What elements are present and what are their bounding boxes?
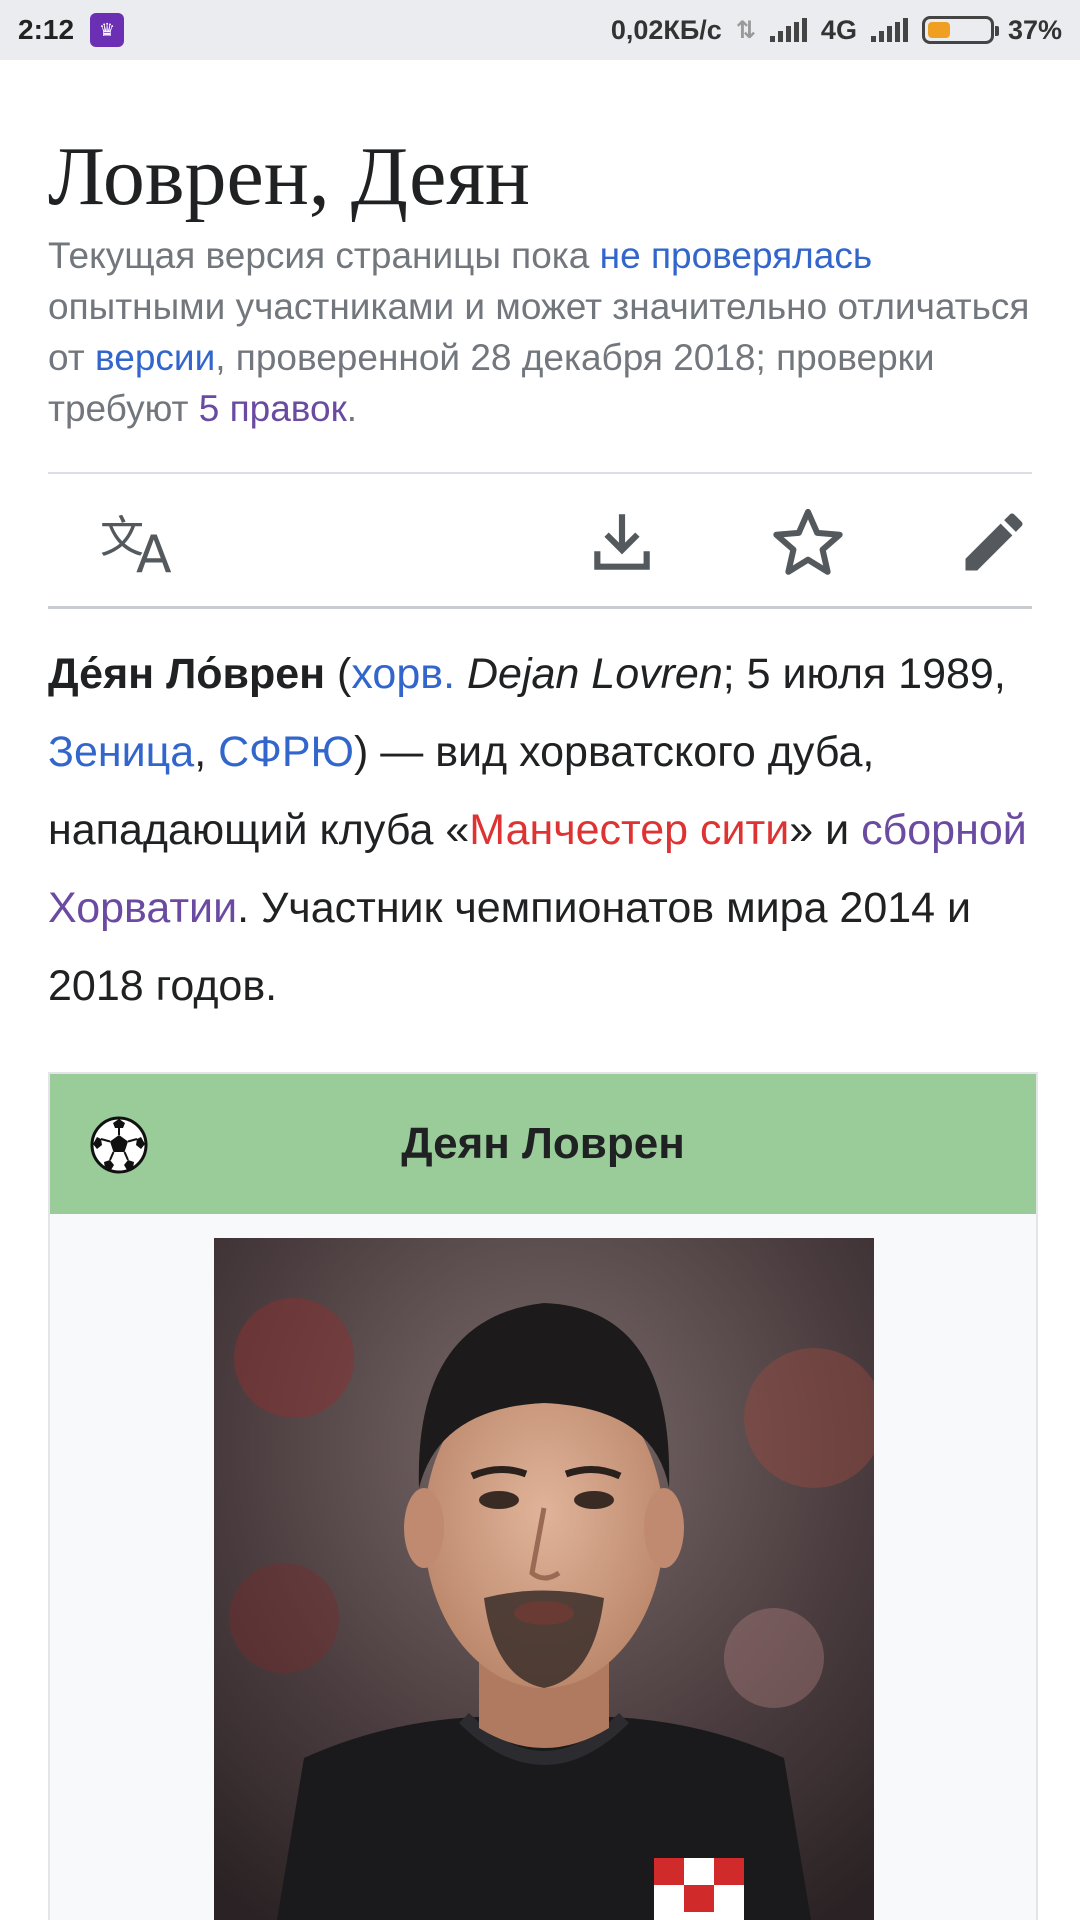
- battery-percent: 37%: [1007, 14, 1062, 45]
- player-portrait-image: [214, 1238, 874, 1920]
- link-sfry[interactable]: СФРЮ: [218, 728, 354, 776]
- download-icon: [594, 514, 650, 570]
- lead-name: Де́ян Ло́врен: [48, 650, 326, 698]
- watch-star-button[interactable]: [766, 500, 850, 584]
- status-time: 2:12: [18, 14, 75, 45]
- toolbar-top-divider: [48, 472, 1032, 474]
- toolbar-bottom-divider: [48, 606, 1032, 609]
- football-icon: [90, 1116, 148, 1174]
- player-photo[interactable]: [214, 1238, 874, 1920]
- link-manchester-city[interactable]: Манчестер сити: [469, 806, 789, 854]
- notice-text-4: .: [346, 388, 358, 429]
- link-5-edits[interactable]: 5 правок: [199, 388, 347, 429]
- notice-text-1: Текущая версия страницы пока: [48, 235, 600, 276]
- edit-button[interactable]: [952, 500, 1036, 584]
- lead-text-6: » и: [789, 806, 862, 854]
- signal-icon: [769, 18, 807, 42]
- link-version[interactable]: версии: [95, 337, 215, 378]
- language-icon: 文 A: [100, 512, 172, 584]
- infobox: Деян Ловрен: [48, 1072, 1038, 1920]
- latin-name: Dejan Lovren: [466, 650, 723, 698]
- lead-text-4: ,: [194, 728, 219, 776]
- lead-paragraph: Де́ян Ло́врен (хорв. Dejan Lovren; 5 июл…: [48, 635, 1043, 1025]
- network-speed: 0,02КБ/с: [610, 14, 722, 45]
- lead-text-2: [455, 650, 467, 698]
- page-title: Ловрен, Деян: [48, 130, 530, 223]
- data-arrows-icon: ⇅: [735, 16, 756, 44]
- network-type: 4G: [820, 14, 857, 45]
- notification-app-icon: ♛: [90, 13, 125, 47]
- svg-text:A: A: [136, 525, 172, 584]
- language-button[interactable]: 文 A: [98, 500, 182, 584]
- infobox-title: Деян Ловрен: [401, 1119, 685, 1168]
- infobox-header: Деян Ловрен: [50, 1074, 1036, 1214]
- status-bar: 2:12 ♛ 0,02КБ/с ⇅ 4G 37%: [0, 0, 1080, 60]
- link-not-reviewed[interactable]: не проверялась: [600, 235, 872, 276]
- edit-pencil-icon: [965, 513, 1023, 571]
- battery-icon: [921, 16, 999, 44]
- review-notice: Текущая версия страницы пока не проверял…: [48, 230, 1038, 434]
- status-indicators: 0,02КБ/с ⇅ 4G 37%: [611, 15, 1062, 46]
- lead-text-3: ; 5 июля 1989,: [722, 650, 1006, 698]
- signal-icon-2: [870, 18, 908, 42]
- link-zenica[interactable]: Зеница: [48, 728, 194, 776]
- star-icon: [773, 508, 843, 575]
- lead-text-1: (: [325, 650, 352, 698]
- download-button[interactable]: [580, 500, 664, 584]
- link-croatian-lang[interactable]: хорв.: [351, 650, 455, 698]
- battery-fill: [927, 22, 951, 38]
